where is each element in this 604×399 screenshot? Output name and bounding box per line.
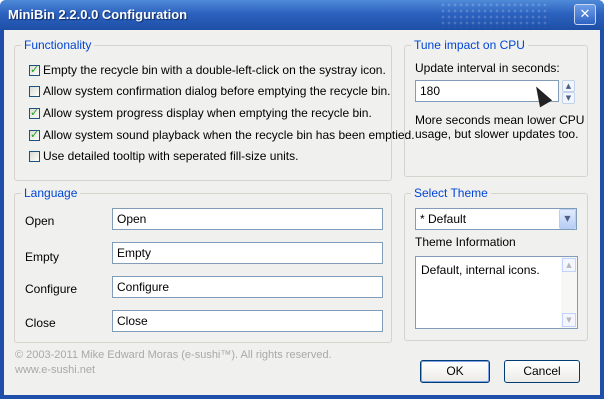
theme-info-box[interactable]: Default, internal icons. ▲ ▼: [415, 256, 578, 329]
scroll-up-arrow-icon[interactable]: ▲: [562, 258, 576, 272]
theme-info-scrollbar[interactable]: ▲ ▼: [561, 257, 577, 328]
language-configure-input[interactable]: Configure: [112, 276, 383, 298]
ok-button[interactable]: OK: [420, 360, 490, 383]
theme-info-label: Theme Information: [415, 235, 516, 249]
option-checkbox[interactable]: [29, 63, 40, 76]
cpu-note-line-1: More seconds mean lower CPU: [415, 113, 585, 127]
cancel-button[interactable]: Cancel: [504, 360, 580, 383]
spin-down-button[interactable]: ▼: [562, 92, 575, 104]
option-checkbox[interactable]: [29, 128, 40, 141]
language-open-input[interactable]: Open: [112, 208, 383, 230]
dialog-client-area: Functionality Empty the recycle bin with…: [4, 30, 600, 395]
theme-select[interactable]: * Default: [415, 208, 577, 230]
option-label[interactable]: Allow system sound playback when the rec…: [43, 128, 415, 142]
cpu-note-line-2: usage, but slower updates too.: [415, 127, 579, 141]
option-label[interactable]: Allow system progress display when empty…: [43, 106, 372, 120]
option-checkbox[interactable]: [29, 86, 40, 97]
scroll-down-arrow-icon[interactable]: ▼: [562, 313, 576, 327]
language-close-input[interactable]: Close: [112, 310, 383, 332]
option-label[interactable]: Use detailed tooltip with seperated fill…: [43, 149, 298, 163]
language-close-label: Close: [25, 316, 56, 330]
theme-group-label: Select Theme: [411, 186, 491, 200]
language-configure-label: Configure: [25, 282, 78, 296]
language-empty-input[interactable]: Empty: [112, 242, 383, 264]
language-empty-label: Empty: [25, 250, 60, 264]
title-bar-pattern: [440, 2, 550, 28]
functionality-group-label: Functionality: [21, 38, 95, 52]
cpu-group-label: Tune impact on CPU: [411, 38, 528, 52]
language-group-label: Language: [21, 186, 81, 200]
website-link[interactable]: www.e-sushi.net: [15, 363, 95, 378]
spin-up-button[interactable]: ▲: [562, 80, 575, 92]
copyright-text: © 2003-2011 Mike Edward Moras (e-sushi™)…: [15, 349, 332, 361]
option-label[interactable]: Empty the recycle bin with a double-left…: [43, 63, 386, 77]
theme-info-text: Default, internal icons.: [421, 263, 540, 277]
option-checkbox[interactable]: [29, 106, 40, 119]
window-title: MiniBin 2.2.0.0 Configuration: [8, 7, 188, 22]
update-interval-label: Update interval in seconds:: [415, 61, 560, 75]
configuration-window: MiniBin 2.2.0.0 Configuration ✕ Function…: [0, 0, 604, 399]
language-open-label: Open: [25, 214, 55, 228]
title-bar[interactable]: MiniBin 2.2.0.0 Configuration ✕: [0, 0, 604, 30]
option-checkbox[interactable]: [29, 151, 40, 162]
option-label[interactable]: Allow system confirmation dialog before …: [43, 84, 391, 98]
window-close-button[interactable]: ✕: [574, 4, 596, 25]
chevron-down-icon[interactable]: ▼: [559, 209, 576, 229]
